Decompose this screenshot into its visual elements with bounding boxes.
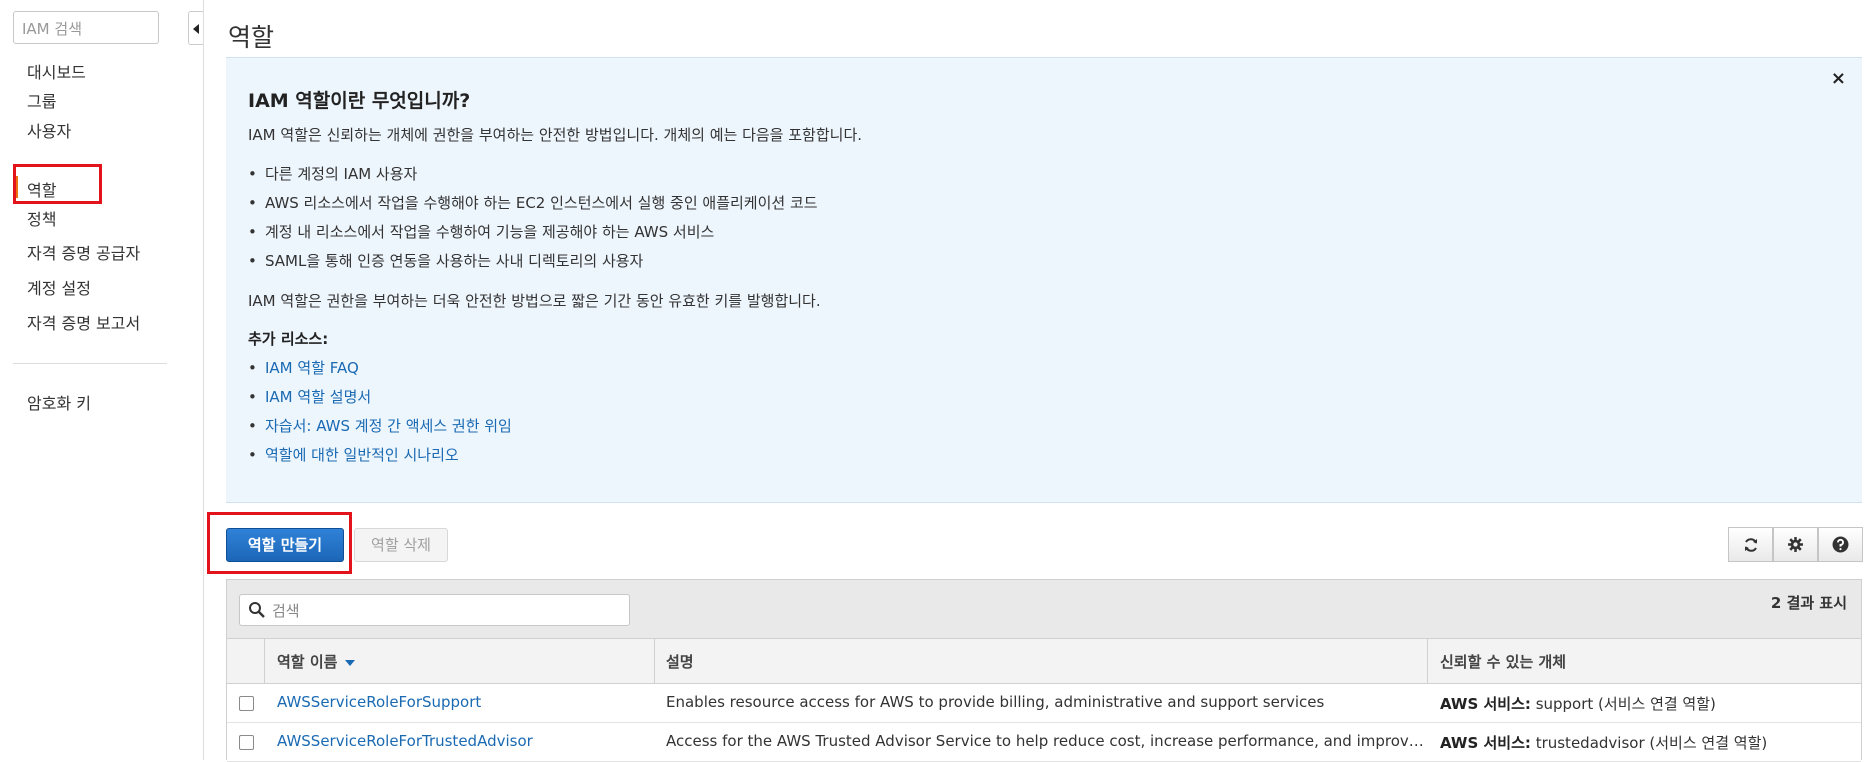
- create-role-button[interactable]: 역할 만들기: [226, 528, 344, 562]
- iam-search-input[interactable]: IAM 검색: [13, 11, 159, 44]
- help-button[interactable]: [1818, 527, 1863, 562]
- faq-link[interactable]: IAM 역할 FAQ: [265, 359, 359, 377]
- table-header: 역할 이름 설명 신뢰할 수 있는 개체: [227, 638, 1861, 684]
- list-item: 계정 내 리소스에서 작업을 수행하여 기능을 제공해야 하는 AWS 서비스: [248, 218, 818, 247]
- trust-value: trustedadvisor (서비스 연결 역할): [1535, 734, 1768, 752]
- role-description: Access for the AWS Trusted Advisor Servi…: [666, 732, 1424, 750]
- trusted-entity: AWS 서비스: support (서비스 연결 역할): [1440, 693, 1716, 714]
- sidebar-item-account-settings[interactable]: 계정 설정: [27, 275, 91, 299]
- refresh-button[interactable]: [1728, 527, 1773, 562]
- list-item: IAM 역할 설명서: [248, 383, 512, 412]
- sidebar-item-users[interactable]: 사용자: [27, 118, 71, 142]
- list-item: 다른 계정의 IAM 사용자: [248, 160, 818, 189]
- docs-link[interactable]: IAM 역할 설명서: [265, 388, 371, 406]
- column-divider: [264, 639, 265, 684]
- sort-desc-icon: [345, 659, 356, 666]
- sidebar: IAM 검색 대시보드 그룹 사용자 역할 정책 자격 증명 공급자 계정 설정…: [0, 0, 203, 760]
- sidebar-item-groups[interactable]: 그룹: [27, 88, 56, 112]
- trust-label: AWS 서비스:: [1440, 734, 1531, 752]
- page-title: 역할: [228, 23, 275, 52]
- info-summary: IAM 역할은 권한을 부여하는 더욱 안전한 방법으로 짧은 기간 동안 유효…: [248, 292, 821, 310]
- row-checkbox[interactable]: [239, 735, 254, 750]
- column-trusted-entities[interactable]: 신뢰할 수 있는 개체: [1440, 651, 1566, 672]
- row-checkbox[interactable]: [239, 696, 254, 711]
- trust-value: support (서비스 연결 역할): [1535, 695, 1716, 713]
- list-item: 자습서: AWS 계정 간 액세스 권한 위임: [248, 412, 512, 441]
- sidebar-item-credential-report[interactable]: 자격 증명 보고서: [27, 310, 140, 334]
- refresh-icon: [1744, 537, 1757, 552]
- result-count: 2 결과 표시: [1770, 594, 1847, 612]
- role-name-link[interactable]: AWSServiceRoleForTrustedAdvisor: [277, 732, 533, 750]
- help-icon: [1832, 536, 1849, 553]
- column-divider: [1427, 639, 1428, 684]
- delete-role-button[interactable]: 역할 삭제: [354, 528, 448, 562]
- table-row[interactable]: AWSServiceRoleForTrustedAdvisor Access f…: [227, 723, 1861, 762]
- tutorial-link[interactable]: 자습서: AWS 계정 간 액세스 권한 위임: [265, 417, 512, 435]
- sidebar-item-dashboard[interactable]: 대시보드: [27, 59, 86, 83]
- trust-label: AWS 서비스:: [1440, 695, 1531, 713]
- table-row[interactable]: AWSServiceRoleForSupport Enables resourc…: [227, 684, 1861, 723]
- sidebar-item-encryption-keys[interactable]: 암호화 키: [27, 390, 91, 414]
- info-title: IAM 역할이란 무엇입니까?: [248, 90, 471, 112]
- info-intro: IAM 역할은 신뢰하는 개체에 권한을 부여하는 안전한 방법입니다. 개체의…: [248, 126, 863, 144]
- role-description: Enables resource access for AWS to provi…: [666, 693, 1325, 711]
- roles-highlight-box: [13, 164, 102, 204]
- sidebar-border: [203, 0, 204, 760]
- scenarios-link[interactable]: 역할에 대한 일반적인 시나리오: [265, 446, 459, 464]
- settings-button[interactable]: [1773, 527, 1818, 562]
- sidebar-item-identity-providers[interactable]: 자격 증명 공급자: [27, 240, 140, 264]
- sidebar-item-policies[interactable]: 정책: [27, 206, 56, 230]
- column-role-name[interactable]: 역할 이름: [277, 651, 356, 672]
- sidebar-divider: [13, 363, 167, 364]
- examples-list: 다른 계정의 IAM 사용자 AWS 리소스에서 작업을 수행해야 하는 EC2…: [248, 160, 818, 276]
- role-name-link[interactable]: AWSServiceRoleForSupport: [277, 693, 481, 711]
- table-search[interactable]: [239, 594, 630, 626]
- info-panel: IAM 역할이란 무엇입니까? × IAM 역할은 신뢰하는 개체에 권한을 부…: [226, 57, 1862, 503]
- resources-heading: 추가 리소스:: [248, 330, 329, 348]
- collapse-sidebar-icon[interactable]: [188, 11, 204, 45]
- table-search-input[interactable]: [270, 597, 624, 625]
- gear-icon: [1788, 537, 1803, 552]
- column-label: 역할 이름: [277, 653, 338, 671]
- list-item: 역할에 대한 일반적인 시나리오: [248, 441, 512, 470]
- resources-list: IAM 역할 FAQ IAM 역할 설명서 자습서: AWS 계정 간 액세스 …: [248, 354, 512, 470]
- list-item: IAM 역할 FAQ: [248, 354, 512, 383]
- roles-table: 2 결과 표시 역할 이름 설명 신뢰할 수 있는 개체 AWSServiceR…: [226, 579, 1862, 762]
- search-icon: [249, 602, 265, 618]
- column-divider: [654, 639, 655, 684]
- list-item: AWS 리소스에서 작업을 수행해야 하는 EC2 인스턴스에서 실행 중인 애…: [248, 189, 818, 218]
- close-icon[interactable]: ×: [1831, 68, 1846, 89]
- table-toolbar: 2 결과 표시: [227, 580, 1861, 638]
- column-description[interactable]: 설명: [666, 651, 694, 672]
- trusted-entity: AWS 서비스: trustedadvisor (서비스 연결 역할): [1440, 732, 1767, 753]
- list-item: SAML을 통해 인증 연동을 사용하는 사내 디렉토리의 사용자: [248, 247, 818, 276]
